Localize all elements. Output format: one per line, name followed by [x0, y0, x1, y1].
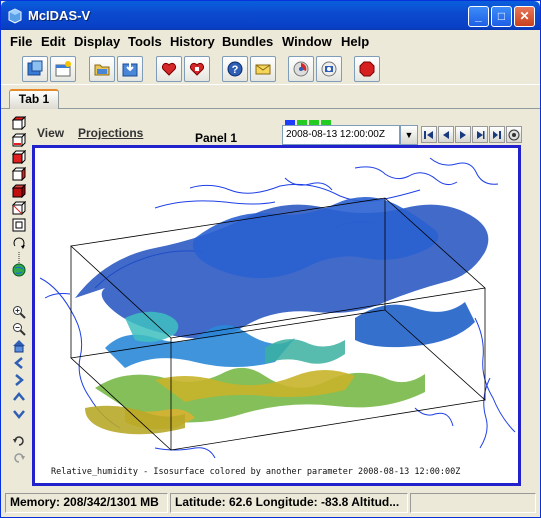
memory-status: Memory: 208/342/1301 MB	[5, 493, 168, 513]
animation-status-indicator	[285, 115, 333, 126]
home-icon[interactable]	[11, 338, 26, 353]
time-dropdown-button[interactable]: ▼	[400, 125, 418, 145]
view-east-icon[interactable]	[11, 166, 26, 181]
menu-tools[interactable]: Tools	[128, 34, 162, 49]
view-west-icon[interactable]	[11, 200, 26, 215]
view-bottom-icon[interactable]	[11, 132, 26, 147]
support-form-icon[interactable]	[250, 56, 276, 82]
zoom-in-icon[interactable]	[11, 304, 26, 319]
display-caption: Relative_humidity - Isosurface colored b…	[51, 467, 461, 477]
view-3d-icon[interactable]	[11, 217, 26, 232]
step-forward-icon[interactable]	[472, 126, 488, 143]
menu-file[interactable]: File	[10, 34, 32, 49]
step-back-icon[interactable]	[438, 126, 454, 143]
menu-edit[interactable]: Edit	[41, 34, 66, 49]
toolbar: ?	[1, 53, 540, 85]
help-icon[interactable]: ?	[222, 56, 248, 82]
panel-title: Panel 1	[195, 131, 238, 145]
last-frame-icon[interactable]	[489, 126, 505, 143]
view-south-icon[interactable]	[11, 183, 26, 198]
pan-down-icon[interactable]	[11, 406, 26, 421]
title-bar[interactable]: McIDAS-V _ □ ✕	[1, 1, 540, 30]
save-bundle-icon[interactable]	[117, 56, 143, 82]
panel-header: View Projections Panel 1 2008-08-13 12:0…	[33, 113, 522, 147]
tab-1[interactable]: Tab 1	[9, 89, 59, 109]
main-window: McIDAS-V _ □ ✕ File Edit Display Tools H…	[0, 0, 541, 518]
rgb-icon[interactable]	[288, 56, 314, 82]
minimize-button[interactable]: _	[468, 6, 489, 27]
menu-bundles[interactable]: Bundles	[222, 34, 273, 49]
new-window-icon[interactable]	[50, 56, 76, 82]
window-title: McIDAS-V	[28, 8, 91, 23]
manage-favorites-icon[interactable]	[184, 56, 210, 82]
left-toolbar	[9, 113, 31, 488]
svg-text:?: ?	[232, 64, 239, 76]
menu-bar: File Edit Display Tools History Bundles …	[1, 31, 540, 51]
rotate-icon[interactable]	[11, 234, 26, 249]
favorite-bundles-icon[interactable]	[156, 56, 182, 82]
app-icon	[8, 8, 22, 24]
first-frame-icon[interactable]	[421, 126, 437, 143]
menu-display[interactable]: Display	[74, 34, 120, 49]
location-readout: Latitude: 62.6 Longitude: -83.8 Altitud.…	[170, 493, 408, 513]
map-display[interactable]	[35, 148, 518, 483]
undo-icon[interactable]	[11, 433, 26, 448]
view-menu[interactable]: View	[37, 126, 64, 140]
dashboard-icon[interactable]	[22, 56, 48, 82]
maximize-button[interactable]: □	[491, 6, 512, 27]
globe-icon[interactable]	[11, 262, 26, 277]
redo-icon[interactable]	[11, 450, 26, 465]
capture-icon[interactable]	[316, 56, 342, 82]
tab-bar: Tab 1	[1, 87, 540, 109]
stop-icon[interactable]	[354, 56, 380, 82]
animation-settings-icon[interactable]	[506, 126, 522, 143]
time-selector[interactable]: 2008-08-13 12:00:00Z	[282, 125, 400, 145]
pan-up-icon[interactable]	[11, 389, 26, 404]
pan-right-icon[interactable]	[11, 372, 26, 387]
view-north-icon[interactable]	[11, 149, 26, 164]
status-message	[410, 493, 536, 513]
pan-left-icon[interactable]	[11, 355, 26, 370]
menu-history[interactable]: History	[170, 34, 215, 49]
menu-help[interactable]: Help	[341, 34, 369, 49]
close-button[interactable]: ✕	[514, 6, 535, 27]
status-bar: Memory: 208/342/1301 MB Latitude: 62.6 L…	[5, 493, 536, 513]
play-icon[interactable]	[455, 126, 471, 143]
open-bundle-icon[interactable]	[89, 56, 115, 82]
display-panel[interactable]: Relative_humidity - Isosurface colored b…	[32, 145, 521, 486]
projections-menu[interactable]: Projections	[78, 126, 143, 140]
menu-window[interactable]: Window	[282, 34, 332, 49]
zoom-out-icon[interactable]	[11, 321, 26, 336]
view-top-icon[interactable]	[11, 115, 26, 130]
